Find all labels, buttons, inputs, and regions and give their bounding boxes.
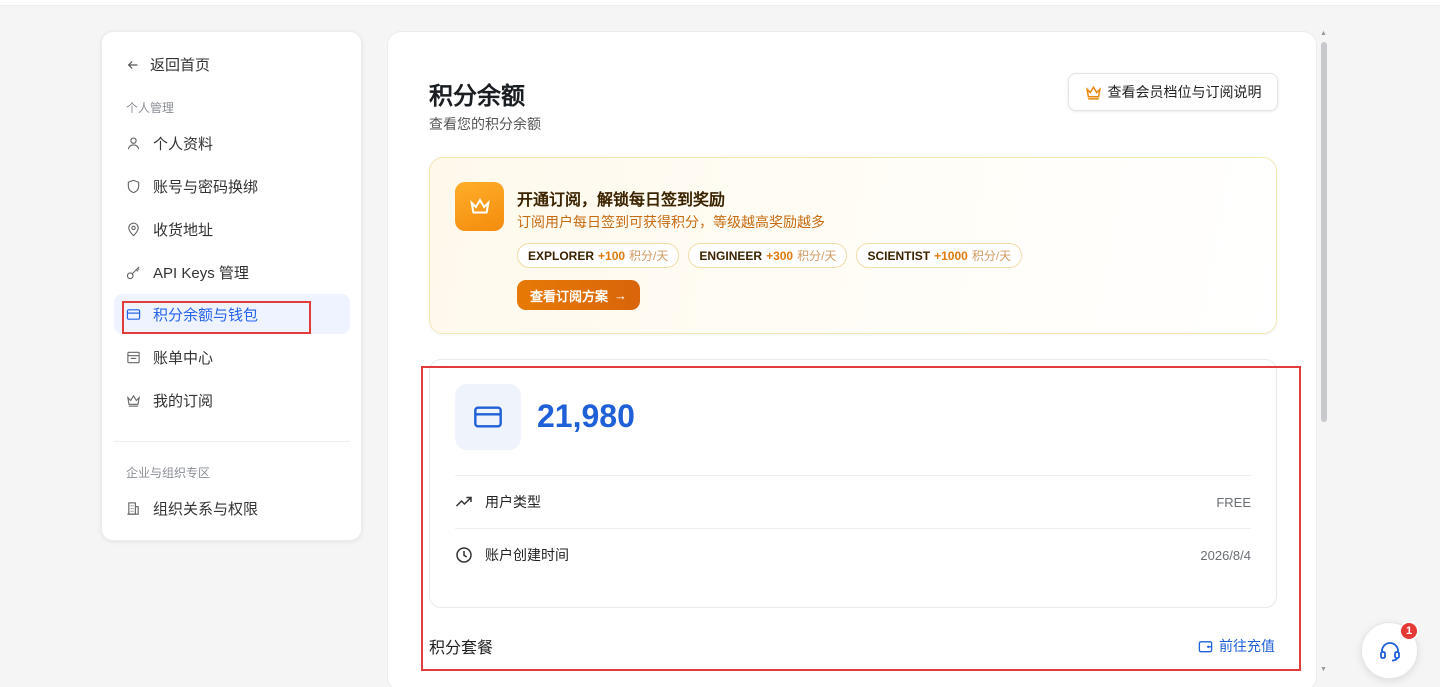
chip-unit: 积分/天 <box>797 249 837 263</box>
browser-top-strip <box>0 0 1440 6</box>
arrow-right-icon: → <box>614 287 627 303</box>
user-type-label: 用户类型 <box>485 494 541 510</box>
page-scrollbar[interactable]: ▲ ▼ <box>1320 30 1328 676</box>
promo-crown-badge <box>455 182 504 231</box>
sidebar-item-address[interactable]: 收货地址 <box>114 209 350 249</box>
view-tier-label: 查看会员档位与订阅说明 <box>1107 84 1262 100</box>
back-home-label: 返回首页 <box>150 57 211 74</box>
back-home-link[interactable]: 返回首页 <box>126 54 210 75</box>
crown-icon <box>1085 85 1101 100</box>
chip-tier-name: EXPLORER <box>528 248 595 263</box>
sidebar-item-account-password[interactable]: 账号与密码换绑 <box>114 166 350 206</box>
chip-unit: 积分/天 <box>629 249 669 263</box>
crown-icon <box>127 394 140 407</box>
sidebar-item-label: 我的订阅 <box>153 392 214 410</box>
group-label-enterprise: 企业与组织专区 <box>126 466 211 480</box>
user-icon <box>127 137 140 149</box>
balance-icon-tile <box>455 384 521 450</box>
promo-title: 开通订阅，解锁每日签到奖励 <box>517 192 726 209</box>
scroll-thumb[interactable] <box>1321 42 1327 422</box>
balance-card: 21,980 用户类型 FREE 账户创建时间 2026/8/4 <box>429 359 1277 608</box>
user-type-value: FREE <box>1216 494 1251 510</box>
sidebar-item-label: 个人资料 <box>153 135 214 153</box>
chip-tier-name: SCIENTIST <box>867 248 931 263</box>
created-time-value: 2026/8/4 <box>1200 547 1251 563</box>
notification-badge: 1 <box>1399 621 1419 641</box>
sidebar-item-label: 账号与密码换绑 <box>153 178 259 196</box>
chip-points: +300 <box>766 248 794 263</box>
main-panel: 积分余额 查看您的积分余额 查看会员档位与订阅说明 开通订阅，解锁每日签到奖励 … <box>387 31 1317 687</box>
receipt-icon <box>127 351 140 363</box>
sidebar-item-points-wallet[interactable]: 积分余额与钱包 <box>114 294 350 334</box>
sidebar-divider <box>114 441 350 442</box>
scroll-down-arrow-icon[interactable]: ▼ <box>1320 666 1327 673</box>
arrow-left-icon <box>127 60 138 69</box>
created-time-label: 账户创建时间 <box>485 547 569 563</box>
sidebar-item-api-keys[interactable]: API Keys 管理 <box>114 252 350 292</box>
chip-points: +100 <box>598 248 626 263</box>
sidebar-item-label: API Keys 管理 <box>153 264 249 282</box>
view-tier-button[interactable]: 查看会员档位与订阅说明 <box>1068 73 1278 111</box>
reward-chip-list: EXPLORER +100 积分/天 ENGINEER +300 积分/天 SC… <box>517 243 1023 268</box>
headset-icon <box>1379 641 1400 661</box>
sidebar: 返回首页 个人管理 个人资料 账号与密码换绑 收货地址 API Keys 管理 … <box>101 31 362 541</box>
sidebar-item-organization[interactable]: 组织关系与权限 <box>114 488 350 528</box>
reward-chip-scientist: SCIENTIST +1000 积分/天 <box>856 243 1023 268</box>
crown-icon <box>469 197 490 214</box>
reward-chip-explorer: EXPLORER +100 积分/天 <box>517 243 680 268</box>
credit-card-icon <box>474 406 502 428</box>
clock-icon <box>456 547 472 563</box>
location-pin-icon <box>128 222 139 236</box>
sidebar-item-label: 账单中心 <box>153 349 214 367</box>
sidebar-item-billing[interactable]: 账单中心 <box>114 337 350 377</box>
trending-up-icon <box>455 496 472 507</box>
sidebar-item-profile[interactable]: 个人资料 <box>114 123 350 163</box>
go-recharge-link[interactable]: 前往充值 <box>1198 636 1275 656</box>
sidebar-item-label: 积分余额与钱包 <box>153 306 259 324</box>
page-subtitle: 查看您的积分余额 <box>429 116 541 132</box>
key-icon <box>126 265 140 279</box>
group-label-personal: 个人管理 <box>126 101 175 115</box>
scroll-up-arrow-icon[interactable]: ▲ <box>1320 30 1327 37</box>
chip-tier-name: ENGINEER <box>699 248 763 263</box>
reward-chip-engineer: ENGINEER +300 积分/天 <box>688 243 848 268</box>
chip-points: +1000 <box>934 248 968 263</box>
view-plans-button[interactable]: 查看订阅方案 → <box>517 280 640 310</box>
sidebar-item-label: 组织关系与权限 <box>153 500 259 518</box>
page-title: 积分余额 <box>429 83 525 110</box>
subscription-promo-banner: 开通订阅，解锁每日签到奖励 订阅用户每日签到可获得积分，等级越高奖励越多 EXP… <box>429 157 1277 334</box>
credit-card-icon <box>126 308 141 320</box>
shield-icon <box>127 179 140 193</box>
sidebar-item-subscription[interactable]: 我的订阅 <box>114 380 350 420</box>
points-packages-title: 积分套餐 <box>429 640 494 657</box>
created-time-row: 账户创建时间 2026/8/4 <box>455 528 1251 581</box>
go-recharge-label: 前往充值 <box>1219 638 1275 654</box>
points-balance-value: 21,980 <box>537 398 635 434</box>
sidebar-item-label: 收货地址 <box>153 221 214 239</box>
user-type-row: 用户类型 FREE <box>455 475 1251 528</box>
chip-unit: 积分/天 <box>971 249 1012 263</box>
building-icon <box>127 501 139 515</box>
wallet-icon <box>1198 640 1213 652</box>
view-plans-label: 查看订阅方案 <box>529 288 608 304</box>
promo-description: 订阅用户每日签到可获得积分，等级越高奖励越多 <box>517 214 825 230</box>
